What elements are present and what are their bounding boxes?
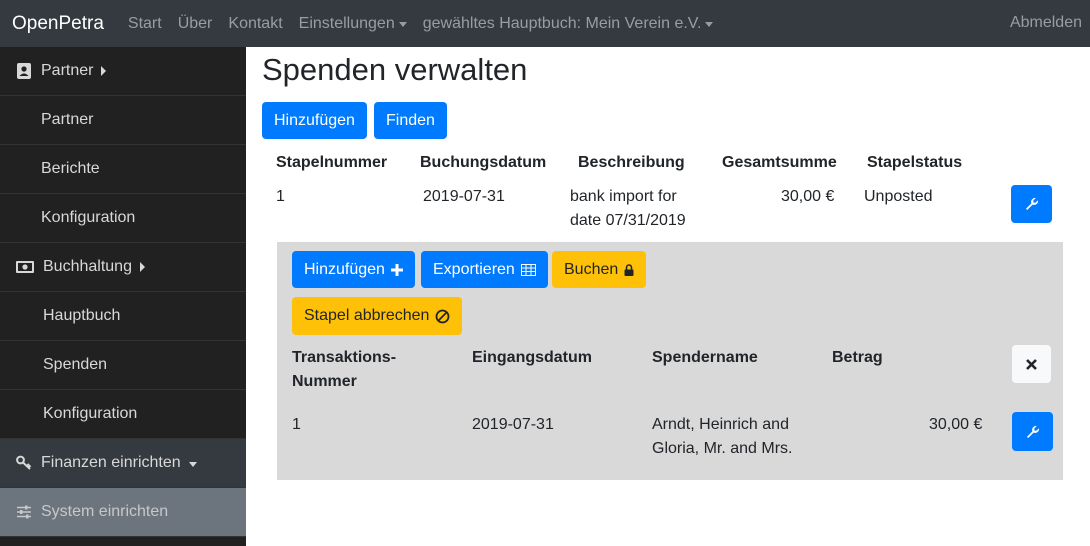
- batch-description-line1: bank import for: [570, 188, 677, 205]
- batch-number: 1: [276, 188, 285, 205]
- sidebar-item-finanzen-einrichten[interactable]: Finanzen einrichten: [0, 439, 246, 488]
- close-icon: [1026, 358, 1037, 370]
- main-content: Spenden verwalten: [262, 51, 1082, 88]
- sidebar-item-spenden[interactable]: Spenden: [0, 341, 246, 390]
- wrench-icon: [1025, 197, 1039, 211]
- ban-icon: [435, 309, 450, 324]
- col-buchungsdatum: Buchungsdatum: [420, 154, 547, 171]
- logout-link[interactable]: Abmelden: [1010, 14, 1082, 32]
- transaction-date: 2019-07-31: [472, 416, 554, 433]
- col-transaktions-nummer-line2: Nummer: [292, 373, 357, 390]
- sidebar-item-label: Partner: [41, 62, 94, 79]
- cancel-batch-label: Stapel abbrechen: [304, 307, 430, 324]
- transaction-number: 1: [292, 416, 301, 433]
- batch-description-line2: date 07/31/2019: [570, 212, 686, 229]
- table-icon: [520, 263, 536, 276]
- sidebar-item-label: Buchhaltung: [43, 258, 132, 275]
- nav-kontakt[interactable]: Kontakt: [228, 15, 282, 33]
- chevron-down-icon: [398, 22, 407, 27]
- sidebar-item-system-einrichten[interactable]: System einrichten: [0, 488, 246, 537]
- nav-ledger-label: gewähltes Hauptbuch: Mein Verein e.V.: [422, 14, 702, 32]
- batch-date: 2019-07-31: [423, 188, 505, 205]
- lock-icon: [624, 263, 634, 276]
- batch-total: 30,00 €: [781, 188, 835, 205]
- sidebar-item-berichte[interactable]: Berichte: [0, 145, 246, 194]
- sidebar-item-buchhaltung-konfiguration[interactable]: Konfiguration: [0, 390, 246, 439]
- nav-start[interactable]: Start: [128, 15, 162, 33]
- col-stapelnummer: Stapelnummer: [276, 154, 388, 171]
- nav-einstellungen[interactable]: Einstellungen: [299, 15, 407, 33]
- donor-name-line1: Arndt, Heinrich and: [652, 416, 789, 433]
- sidebar-item-hauptbuch[interactable]: Hauptbuch: [0, 292, 246, 341]
- sidebar: Partner Partner Berichte Konfiguration B…: [0, 47, 246, 546]
- col-betrag: Betrag: [832, 349, 883, 366]
- batch-status: Unposted: [864, 188, 933, 205]
- nav-ueber[interactable]: Über: [178, 15, 213, 33]
- col-eingangsdatum: Eingangsdatum: [472, 349, 593, 366]
- close-detail-button[interactable]: [1012, 345, 1051, 383]
- sidebar-item-partner-konfiguration[interactable]: Konfiguration: [0, 194, 246, 243]
- brand-logo[interactable]: OpenPetra: [12, 13, 104, 35]
- export-label: Exportieren: [433, 260, 515, 278]
- caret-right-icon: [101, 66, 107, 76]
- top-navbar: OpenPetra Start Über Kontakt Einstellung…: [0, 0, 1090, 47]
- col-spendername: Spendername: [652, 349, 758, 366]
- page-title: Spenden verwalten: [262, 52, 528, 87]
- donor-name-line2: Gloria, Mr. and Mrs.: [652, 440, 793, 457]
- col-beschreibung: Beschreibung: [578, 154, 685, 171]
- sidebar-item-label: Finanzen einrichten: [41, 454, 181, 471]
- sidebar-item-partner-partner[interactable]: Partner: [0, 96, 246, 145]
- col-stapelstatus: Stapelstatus: [867, 154, 963, 171]
- export-button[interactable]: Exportieren: [421, 251, 548, 288]
- key-icon: [16, 455, 32, 471]
- sidebar-item-buchhaltung[interactable]: Buchhaltung: [0, 243, 246, 292]
- nav-ledger-select[interactable]: gewähltes Hauptbuch: Mein Verein e.V.: [423, 15, 714, 33]
- wrench-icon: [1026, 425, 1040, 439]
- address-book-icon: [16, 63, 32, 79]
- chevron-down-icon: [705, 22, 714, 27]
- nav-einstellungen-label: Einstellungen: [298, 14, 395, 32]
- sidebar-item-partner[interactable]: Partner: [0, 47, 246, 96]
- col-gesamtsumme: Gesamtsumme: [722, 154, 837, 171]
- chevron-down-icon: [188, 461, 197, 467]
- post-batch-button[interactable]: Buchen: [552, 251, 647, 288]
- post-batch-label: Buchen: [564, 260, 619, 278]
- sidebar-item-label: System einrichten: [41, 503, 169, 520]
- add-batch-button[interactable]: Hinzufügen: [262, 102, 367, 139]
- add-transaction-label: Hinzufügen: [304, 260, 385, 278]
- col-transaktions-nummer-line1: Transaktions-: [292, 349, 397, 366]
- sliders-icon: [16, 504, 32, 520]
- caret-right-icon: [139, 262, 145, 272]
- find-button[interactable]: Finden: [374, 102, 447, 139]
- plus-icon: [390, 263, 403, 276]
- money-bill-icon: [16, 259, 34, 275]
- edit-transaction-button[interactable]: [1012, 412, 1053, 451]
- transaction-amount: 30,00 €: [929, 416, 983, 433]
- add-transaction-button[interactable]: Hinzufügen: [292, 251, 415, 288]
- edit-batch-button[interactable]: [1011, 185, 1052, 223]
- cancel-batch-button[interactable]: Stapel abbrechen: [292, 297, 463, 335]
